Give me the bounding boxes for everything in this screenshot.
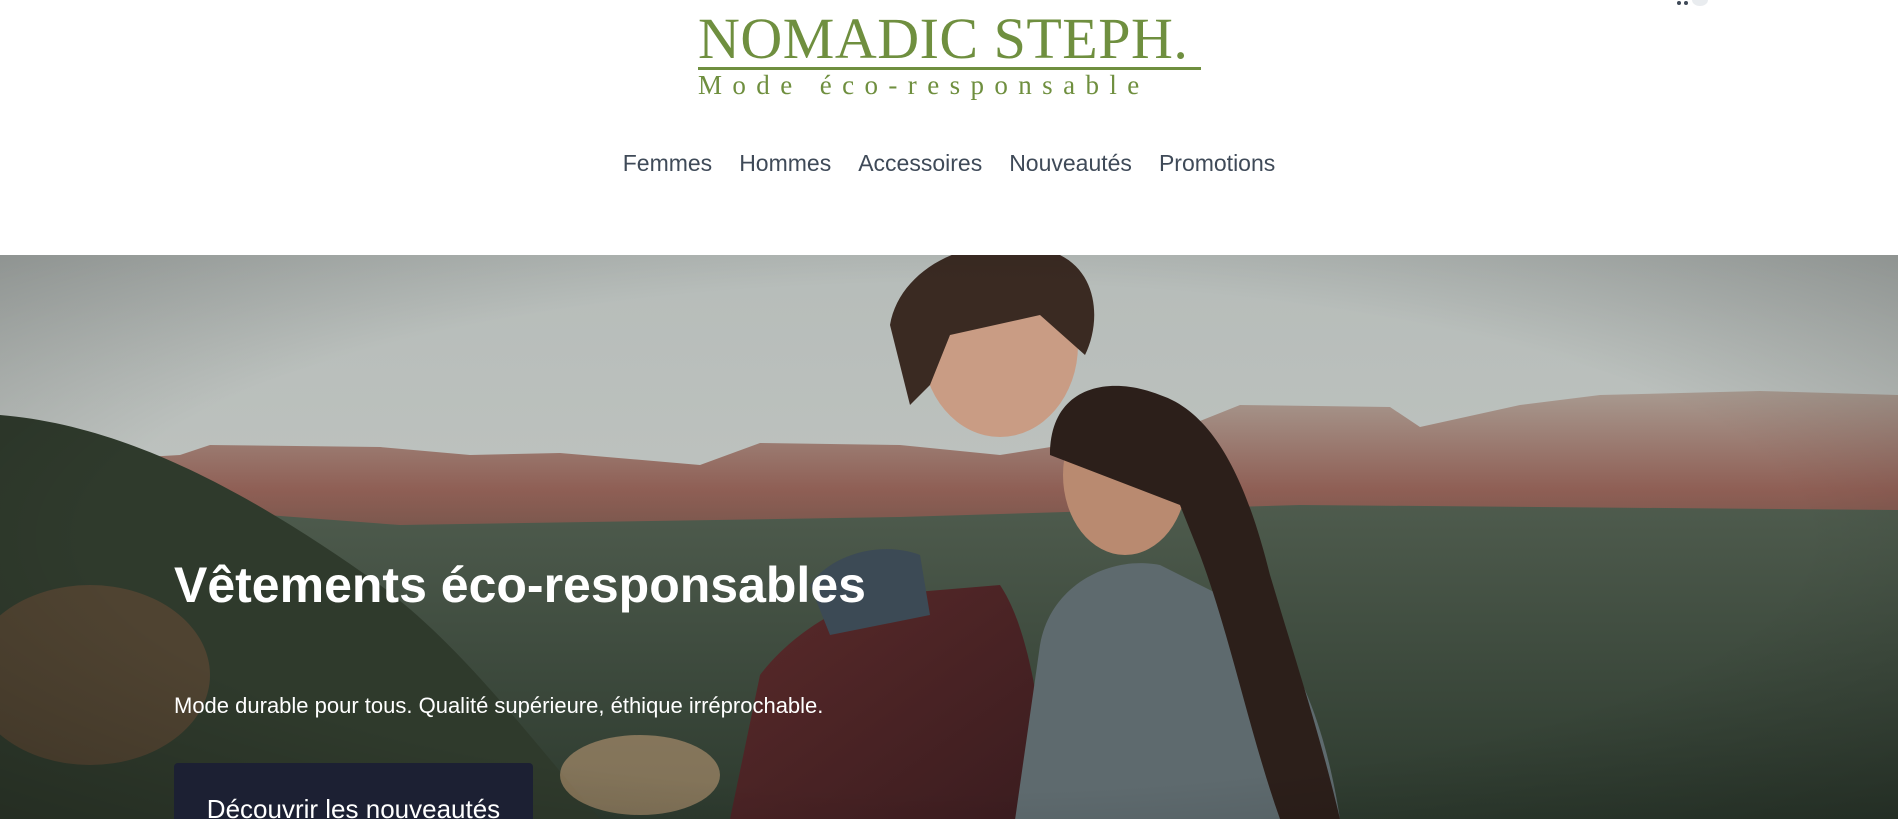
main-navigation: Femmes Hommes Accessoires Nouveautés Pro…: [0, 148, 1898, 178]
hero-subtitle: Mode durable pour tous. Qualité supérieu…: [174, 693, 824, 718]
shopping-cart-icon[interactable]: [1672, 0, 1708, 6]
nav-item-femmes[interactable]: Femmes: [623, 148, 712, 178]
hero-banner: Vêtements éco-responsables Mode durable …: [0, 255, 1898, 819]
brand-logo[interactable]: NOMADIC STEPH. Mode éco-responsable: [698, 8, 1202, 100]
nav-item-hommes[interactable]: Hommes: [739, 148, 831, 178]
brand-tagline: Mode éco-responsable: [698, 70, 1150, 100]
hero-background-image: [0, 255, 1898, 819]
hero-title: Vêtements éco-responsables: [174, 557, 866, 613]
nav-item-accessoires[interactable]: Accessoires: [858, 148, 982, 178]
nav-item-promotions[interactable]: Promotions: [1159, 148, 1275, 178]
site-header: NOMADIC STEPH. Mode éco-responsable Femm…: [0, 0, 1898, 255]
brand-name: NOMADIC STEPH.: [698, 6, 1189, 71]
discover-new-arrivals-button[interactable]: Découvrir les nouveautés: [174, 763, 533, 819]
nav-item-nouveautes[interactable]: Nouveautés: [1009, 148, 1132, 178]
